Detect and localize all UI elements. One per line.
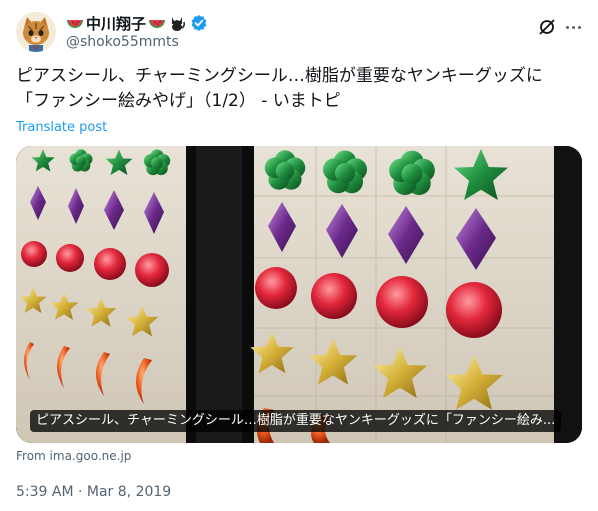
more-icon: [565, 25, 569, 29]
card-image: [16, 146, 582, 443]
verified-badge-icon: [191, 15, 207, 31]
grok-button[interactable]: [536, 16, 558, 38]
more-button[interactable]: [562, 16, 584, 38]
author-display-name: 中川翔子: [86, 14, 147, 33]
cat-avatar-icon: [16, 12, 56, 52]
black-cat-icon: [172, 17, 186, 31]
card-caption: ピアスシール、チャーミングシール…樹脂が重要なヤンキーグッズに「ファンシー絵み.…: [30, 410, 562, 432]
translate-post-link[interactable]: Translate post: [16, 120, 107, 135]
card-source[interactable]: From ima.goo.ne.jp: [16, 449, 131, 463]
post-timestamp[interactable]: 5:39 AM · Mar 8, 2019: [16, 484, 171, 500]
link-card[interactable]: ピアスシール、チャーミングシール…樹脂が重要なヤンキーグッズに「ファンシー絵み.…: [16, 146, 582, 443]
author-name-row[interactable]: 中川翔子: [66, 13, 208, 33]
grok-icon: [539, 19, 555, 35]
watermelon-icon: [149, 20, 166, 28]
post-header: 中川翔子 @shoko55mmts: [16, 10, 582, 54]
more-icon-dot: [577, 25, 581, 29]
author-handle[interactable]: @shoko55mmts: [66, 34, 179, 50]
tweet-text: ピアスシール、チャーミングシール…樹脂が重要なヤンキーグッズに 「ファンシー絵み…: [16, 66, 543, 111]
more-icon-dot: [571, 25, 575, 29]
watermelon-icon: [67, 20, 83, 28]
avatar[interactable]: [16, 12, 56, 52]
